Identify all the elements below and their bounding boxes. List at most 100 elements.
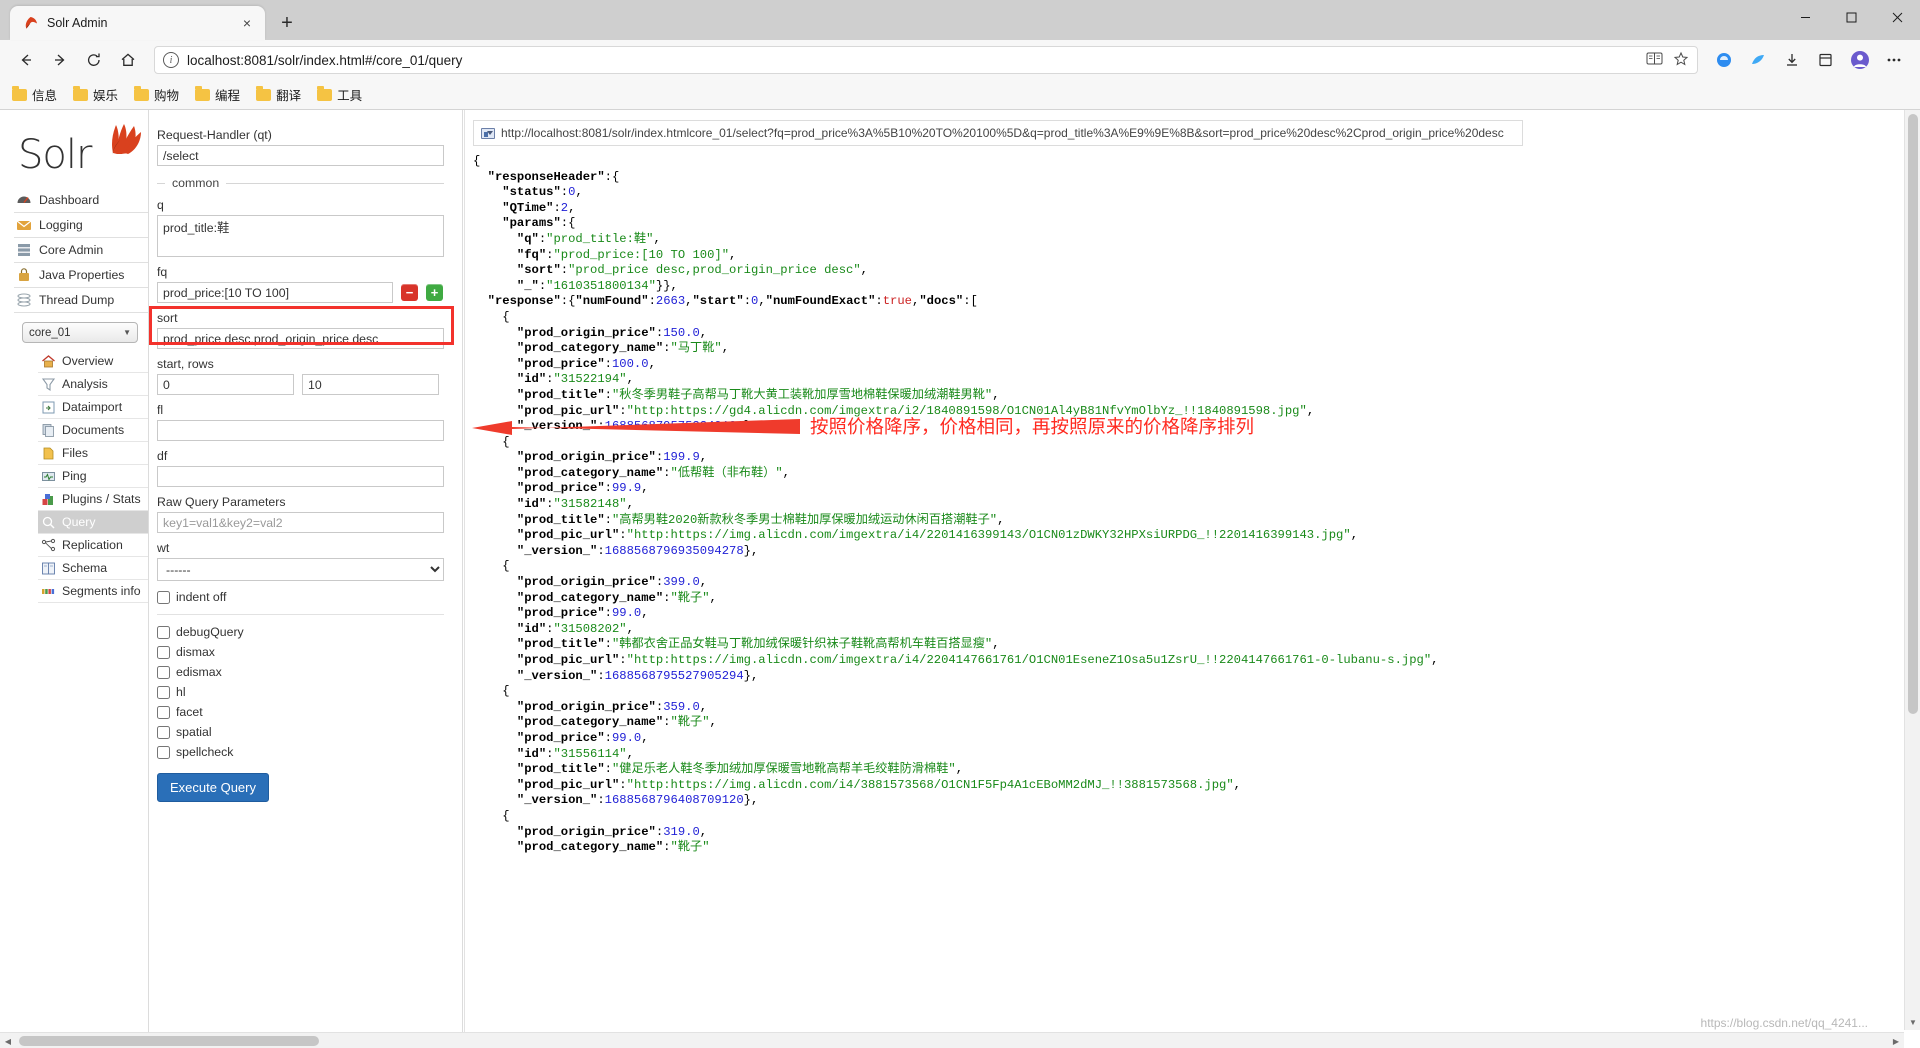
sidebar-item-ping[interactable]: Ping xyxy=(38,465,148,488)
indent-off-checkbox[interactable] xyxy=(157,590,170,604)
reading-view-icon[interactable] xyxy=(1646,51,1663,69)
scroll-right-icon[interactable]: ▶ xyxy=(1888,1033,1904,1048)
edismax-checkbox-row[interactable]: edismax xyxy=(157,665,446,679)
hl-checkbox-row[interactable]: hl xyxy=(157,685,446,699)
sidebar-item-thread-dump[interactable]: Thread Dump xyxy=(14,288,148,313)
sidebar-item-replication[interactable]: Replication xyxy=(38,534,148,557)
sidebar-item-dataimport[interactable]: Dataimport xyxy=(38,396,148,419)
site-info-icon[interactable]: i xyxy=(163,52,179,68)
forward-icon[interactable] xyxy=(44,44,76,76)
dismax-checkbox[interactable] xyxy=(157,645,170,659)
edismax-checkbox[interactable] xyxy=(157,665,170,679)
sidebar-item-analysis[interactable]: Analysis xyxy=(38,373,148,396)
spellcheck-checkbox-row[interactable]: spellcheck xyxy=(157,745,446,759)
request-handler-label: Request-Handler (qt) xyxy=(157,128,272,142)
scroll-down-icon[interactable]: ▼ xyxy=(1905,1014,1920,1030)
collections-icon[interactable] xyxy=(1810,44,1842,76)
spatial-checkbox-row[interactable]: spatial xyxy=(157,725,446,739)
bookmarks-bar: 信息 娱乐 购物 编程 翻译 工具 xyxy=(0,80,1920,110)
close-window-button[interactable] xyxy=(1874,0,1920,34)
vertical-scroll-thumb[interactable] xyxy=(1908,114,1918,714)
sidebar-label: Dataimport xyxy=(62,400,123,414)
execute-query-button[interactable]: Execute Query xyxy=(157,773,269,802)
profile-avatar-icon[interactable] xyxy=(1844,44,1876,76)
thread-dump-icon xyxy=(16,292,32,308)
sidebar-item-files[interactable]: Files xyxy=(38,442,148,465)
debugquery-checkbox[interactable] xyxy=(157,625,170,639)
bookmark-item[interactable]: 翻译 xyxy=(256,85,301,104)
spatial-checkbox[interactable] xyxy=(157,725,170,739)
df-input[interactable] xyxy=(157,466,444,487)
sidebar-label: Logging xyxy=(39,218,83,232)
sidebar-item-segments-info[interactable]: Segments info xyxy=(38,580,148,603)
files-icon xyxy=(41,446,56,461)
sidebar-item-documents[interactable]: Documents xyxy=(38,419,148,442)
request-url-bar[interactable]: http://localhost:8081/solr/index.htmlcor… xyxy=(473,120,1523,146)
facet-checkbox-row[interactable]: facet xyxy=(157,705,446,719)
spellcheck-checkbox[interactable] xyxy=(157,745,170,759)
start-input[interactable] xyxy=(157,374,294,395)
core-selector-dropdown[interactable]: core_01 ▼ xyxy=(22,322,138,343)
sort-input[interactable] xyxy=(157,328,444,349)
fq-add-icon[interactable]: + xyxy=(426,284,443,301)
scroll-left-icon[interactable]: ◀ xyxy=(0,1033,16,1048)
sidebar-item-overview[interactable]: Overview xyxy=(38,350,148,373)
horizontal-scroll-thumb[interactable] xyxy=(19,1036,319,1046)
address-bar[interactable]: i localhost:8081/solr/index.html#/core_0… xyxy=(154,46,1698,74)
sidebar-label: Files xyxy=(62,446,88,460)
window-controls xyxy=(1782,0,1920,34)
horizontal-scrollbar[interactable]: ◀ ▶ xyxy=(0,1032,1904,1048)
tab-title: Solr Admin xyxy=(47,16,108,30)
wt-select[interactable]: ------ xyxy=(157,558,444,581)
fl-input[interactable] xyxy=(157,420,444,441)
sidebar-item-plugins-stats[interactable]: Plugins / Stats xyxy=(38,488,148,511)
sidebar-item-schema[interactable]: Schema xyxy=(38,557,148,580)
dismax-checkbox-row[interactable]: dismax xyxy=(157,645,446,659)
documents-icon xyxy=(41,423,56,438)
downloads-icon[interactable] xyxy=(1776,44,1808,76)
new-tab-button[interactable]: + xyxy=(271,8,303,38)
facet-checkbox[interactable] xyxy=(157,705,170,719)
bookmark-item[interactable]: 编程 xyxy=(195,85,240,104)
sidebar-label: Documents xyxy=(62,423,125,437)
browser-tab[interactable]: Solr Admin × xyxy=(10,6,265,40)
analysis-icon xyxy=(41,377,56,392)
bookmark-item[interactable]: 信息 xyxy=(12,85,57,104)
fq-input[interactable] xyxy=(157,282,393,303)
minimize-button[interactable] xyxy=(1782,0,1828,34)
debugquery-checkbox-row[interactable]: debugQuery xyxy=(157,625,446,639)
sidebar-item-logging[interactable]: Logging xyxy=(14,213,148,238)
start-rows-label: start, rows xyxy=(157,357,214,371)
solr-logo[interactable]: Solr xyxy=(18,120,142,182)
fq-remove-icon[interactable]: − xyxy=(401,284,418,301)
sidebar-item-java-properties[interactable]: Java Properties xyxy=(14,263,148,288)
favorite-star-icon[interactable] xyxy=(1673,51,1689,70)
sidebar-item-query[interactable]: Query xyxy=(38,511,148,534)
raw-query-parameters-input[interactable] xyxy=(157,512,444,533)
folder-icon xyxy=(12,85,27,101)
bookmark-item[interactable]: 娱乐 xyxy=(73,85,118,104)
hl-label: hl xyxy=(176,685,186,699)
sidebar-label: Thread Dump xyxy=(39,293,115,307)
tab-close-icon[interactable]: × xyxy=(237,13,257,33)
solr-logo-text: Solr xyxy=(18,132,92,178)
rows-input[interactable] xyxy=(302,374,439,395)
q-input[interactable]: prod_title:鞋 xyxy=(157,215,444,257)
address-bar-url: localhost:8081/solr/index.html#/core_01/… xyxy=(187,52,463,68)
indent-off-checkbox-row[interactable]: indent off xyxy=(157,590,446,604)
bookmark-item[interactable]: 工具 xyxy=(317,85,362,104)
hl-checkbox[interactable] xyxy=(157,685,170,699)
home-icon[interactable] xyxy=(112,44,144,76)
settings-more-icon[interactable] xyxy=(1878,44,1910,76)
reload-icon[interactable] xyxy=(78,44,110,76)
bookmark-item[interactable]: 购物 xyxy=(134,85,179,104)
split-screen-icon[interactable] xyxy=(1742,44,1774,76)
bookmark-label: 编程 xyxy=(215,89,241,103)
back-icon[interactable] xyxy=(10,44,42,76)
browser-essentials-icon[interactable] xyxy=(1708,44,1740,76)
vertical-scrollbar[interactable]: ▲ ▼ xyxy=(1904,110,1920,1030)
sidebar-item-core-admin[interactable]: Core Admin xyxy=(14,238,148,263)
request-handler-input[interactable] xyxy=(157,145,444,166)
maximize-button[interactable] xyxy=(1828,0,1874,34)
sidebar-item-dashboard[interactable]: Dashboard xyxy=(14,188,148,213)
